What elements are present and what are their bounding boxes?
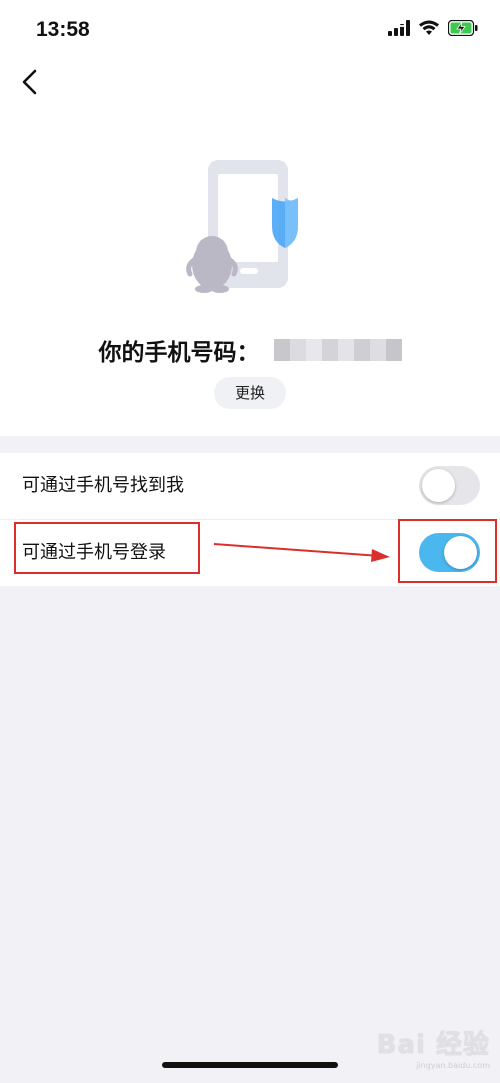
baidu-jingyan-watermark: Bai 经验 jingyan.baidu.com bbox=[377, 1024, 490, 1074]
setting-row-find-by-phone: 可通过手机号找到我 bbox=[0, 453, 500, 519]
annotation-highlight-toggle bbox=[398, 519, 497, 583]
annotation-highlight-label bbox=[14, 522, 200, 574]
phone-number-redacted bbox=[273, 339, 402, 361]
toggle-knob bbox=[422, 469, 455, 502]
status-bar: 13:58 bbox=[0, 0, 500, 60]
phone-number-label: 你的手机号码： bbox=[98, 340, 260, 366]
home-indicator bbox=[162, 1062, 338, 1068]
status-icons bbox=[388, 18, 478, 42]
find-by-phone-toggle[interactable] bbox=[419, 466, 480, 505]
back-button[interactable] bbox=[12, 66, 48, 102]
phone-number-row: 你的手机号码： bbox=[0, 330, 500, 370]
wifi-icon bbox=[418, 20, 440, 40]
battery-charging-icon bbox=[447, 19, 478, 40]
chevron-left-icon bbox=[20, 69, 40, 99]
status-time: 13:58 bbox=[36, 18, 90, 41]
watermark-logo: Bai 经验 bbox=[376, 1030, 490, 1060]
setting-label-find-by-phone: 可通过手机号找到我 bbox=[22, 475, 184, 496]
annotation-arrow-icon bbox=[213, 543, 390, 562]
cellular-signal-icon bbox=[388, 20, 410, 40]
change-phone-button[interactable]: 更换 bbox=[214, 377, 286, 409]
phone-shield-illustration bbox=[180, 150, 330, 300]
watermark-url: jingyan.baidu.com bbox=[416, 1061, 490, 1070]
